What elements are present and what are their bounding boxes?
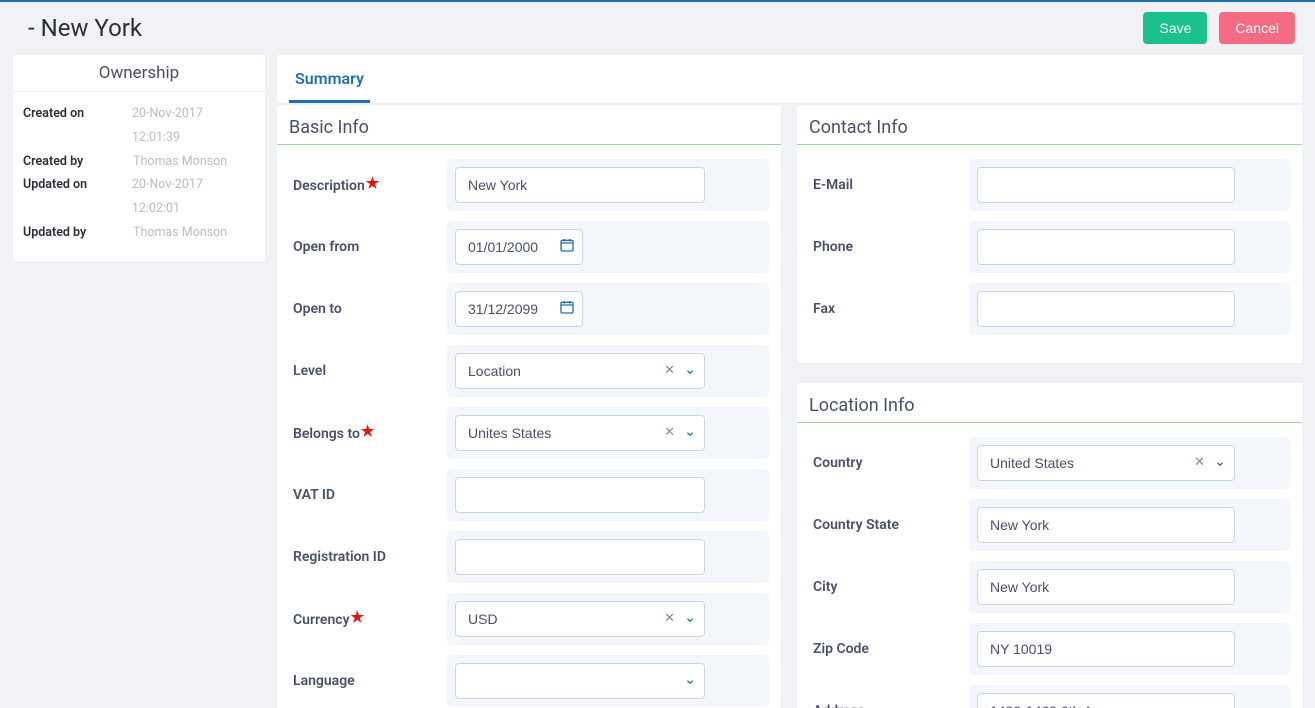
description-label: Description xyxy=(293,178,365,194)
tab-summary[interactable]: Summary xyxy=(289,55,370,103)
zip-input[interactable] xyxy=(977,631,1235,667)
language-input[interactable] xyxy=(455,663,705,699)
field-open-to: Open to xyxy=(289,283,769,335)
cancel-button[interactable]: Cancel xyxy=(1219,12,1295,44)
ownership-label: Updated by xyxy=(23,221,133,245)
field-language: Language ✕ xyxy=(289,655,769,707)
ownership-value: 20-Nov-2017 12:02:01 xyxy=(132,173,253,221)
registration-id-input[interactable] xyxy=(455,539,705,575)
field-country: Country ✕ xyxy=(809,437,1290,489)
address-label: Address xyxy=(809,703,969,708)
contact-info-title: Contact Info xyxy=(797,105,1302,145)
location-info-panel: Location Info Country ✕ xyxy=(796,382,1303,708)
location-info-title: Location Info xyxy=(797,383,1302,423)
ownership-label: Created by xyxy=(23,150,133,174)
vat-id-label: VAT ID xyxy=(289,487,447,503)
country-label: Country xyxy=(809,455,969,471)
ownership-row-created-by: Created by Thomas Monson xyxy=(23,150,253,174)
city-label: City xyxy=(809,579,969,595)
clear-icon[interactable]: ✕ xyxy=(664,611,675,626)
required-icon: ★ xyxy=(351,608,364,626)
ownership-title: Ownership xyxy=(13,55,265,92)
field-description: Description★ xyxy=(289,159,769,211)
header-actions: Save Cancel xyxy=(1143,12,1295,44)
ownership-row-created-on: Created on 20-Nov-2017 12:01:39 xyxy=(23,102,253,150)
required-icon: ★ xyxy=(366,174,379,192)
main-content: Summary Basic Info Description★ xyxy=(276,54,1303,708)
calendar-icon xyxy=(559,237,575,253)
field-currency: Currency★ ✕ xyxy=(289,593,769,645)
field-country-state: Country State xyxy=(809,499,1290,551)
required-icon: ★ xyxy=(361,422,374,440)
chevron-down-icon xyxy=(685,367,695,377)
country-select[interactable]: ✕ xyxy=(977,445,1235,481)
belongs-to-label: Belongs to xyxy=(293,426,360,442)
chevron-down-icon xyxy=(1215,459,1225,469)
field-email: E-Mail xyxy=(809,159,1290,211)
chevron-down-icon xyxy=(685,615,695,625)
level-label: Level xyxy=(289,363,447,379)
open-from-label: Open from xyxy=(289,239,447,255)
calendar-icon xyxy=(559,299,575,315)
country-state-input[interactable] xyxy=(977,507,1235,543)
registration-id-label: Registration ID xyxy=(289,549,447,565)
language-select[interactable]: ✕ xyxy=(455,663,705,699)
clear-icon[interactable]: ✕ xyxy=(664,363,675,378)
ownership-label: Created on xyxy=(23,102,132,150)
fax-input[interactable] xyxy=(977,291,1235,327)
phone-label: Phone xyxy=(809,239,969,255)
ownership-value: 20-Nov-2017 12:01:39 xyxy=(132,102,253,150)
belongs-to-select[interactable]: ✕ xyxy=(455,415,705,451)
open-from-date[interactable] xyxy=(455,229,583,265)
field-level: Level ✕ xyxy=(289,345,769,397)
field-open-from: Open from xyxy=(289,221,769,273)
address-input[interactable] xyxy=(977,693,1235,708)
basic-info-panel: Basic Info Description★ Open from xyxy=(276,104,782,708)
chevron-down-icon xyxy=(685,429,695,439)
currency-label: Currency xyxy=(293,612,350,628)
open-to-label: Open to xyxy=(289,301,447,317)
clear-icon[interactable]: ✕ xyxy=(1194,455,1205,470)
email-input[interactable] xyxy=(977,167,1235,203)
ownership-row-updated-on: Updated on 20-Nov-2017 12:02:01 xyxy=(23,173,253,221)
page-title: - New York xyxy=(28,14,142,42)
zip-label: Zip Code xyxy=(809,641,969,657)
chevron-down-icon xyxy=(685,677,695,687)
field-phone: Phone xyxy=(809,221,1290,273)
field-vat-id: VAT ID xyxy=(289,469,769,521)
description-input[interactable] xyxy=(455,167,705,203)
field-fax: Fax xyxy=(809,283,1290,335)
open-to-date[interactable] xyxy=(455,291,583,327)
field-city: City xyxy=(809,561,1290,613)
field-zip: Zip Code xyxy=(809,623,1290,675)
field-registration-id: Registration ID xyxy=(289,531,769,583)
phone-input[interactable] xyxy=(977,229,1235,265)
level-select[interactable]: ✕ xyxy=(455,353,705,389)
email-label: E-Mail xyxy=(809,177,969,193)
ownership-label: Updated on xyxy=(23,173,132,221)
clear-icon[interactable]: ✕ xyxy=(664,425,675,440)
ownership-value: Thomas Monson xyxy=(133,150,227,174)
currency-select[interactable]: ✕ xyxy=(455,601,705,637)
field-address: Address xyxy=(809,685,1290,708)
save-button[interactable]: Save xyxy=(1143,12,1207,44)
ownership-panel: Ownership Created on 20-Nov-2017 12:01:3… xyxy=(12,54,266,262)
ownership-value: Thomas Monson xyxy=(133,221,227,245)
page-header: - New York Save Cancel xyxy=(0,2,1315,54)
language-label: Language xyxy=(289,673,447,689)
contact-info-panel: Contact Info E-Mail Phone xyxy=(796,104,1303,364)
tabs: Summary xyxy=(276,54,1303,104)
country-state-label: Country State xyxy=(809,517,969,533)
fax-label: Fax xyxy=(809,301,969,317)
basic-info-title: Basic Info xyxy=(277,105,781,145)
city-input[interactable] xyxy=(977,569,1235,605)
vat-id-input[interactable] xyxy=(455,477,705,513)
field-belongs-to: Belongs to★ ✕ xyxy=(289,407,769,459)
ownership-row-updated-by: Updated by Thomas Monson xyxy=(23,221,253,245)
